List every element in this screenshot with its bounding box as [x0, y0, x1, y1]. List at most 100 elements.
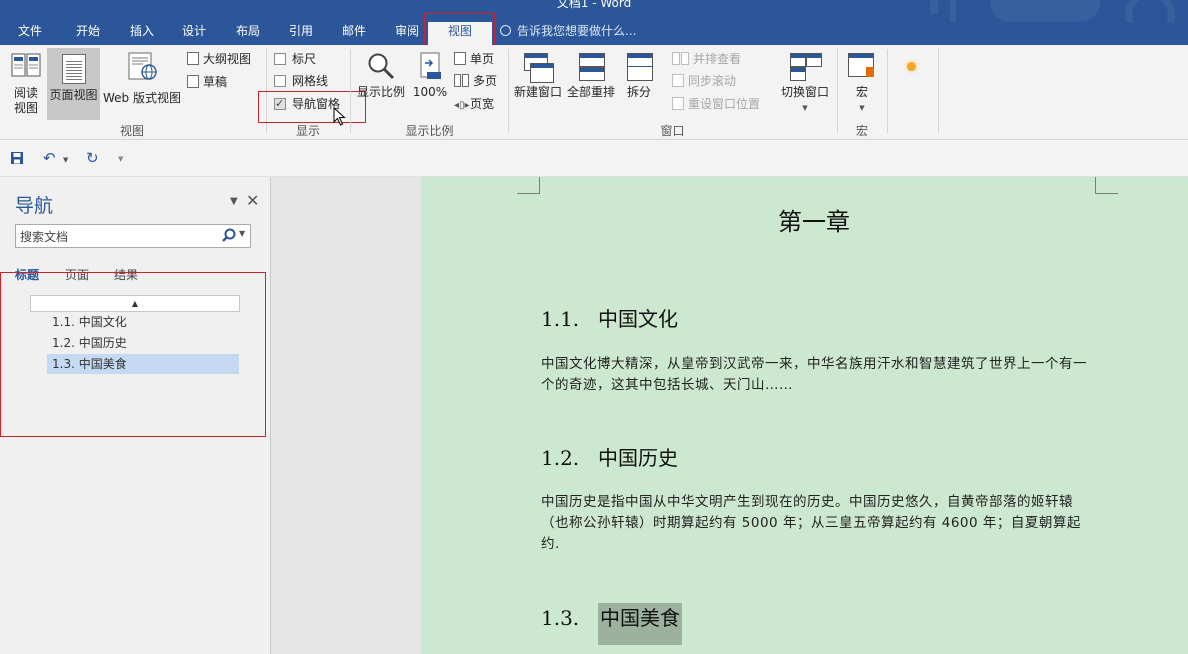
reset-position-icon	[672, 97, 684, 110]
one-page-button[interactable]: 单页	[454, 50, 494, 68]
ribbon: 阅读 视图 页面视图 Web 版式视图 大纲视图 草稿 视图 标尺 网格线 导航…	[0, 45, 1188, 140]
group-label-zoom: 显示比例	[405, 124, 454, 138]
multiple-pages-icon	[454, 74, 461, 87]
zoom-100-button[interactable]: 100%	[410, 51, 450, 121]
macros-label: 宏	[855, 85, 868, 99]
tab-layout[interactable]: 布局	[226, 22, 270, 45]
side-by-side-icon	[672, 52, 680, 65]
zoom-label: 显示比例	[356, 85, 405, 99]
group-label-macros: 宏	[855, 124, 868, 138]
sync-scroll-button[interactable]: 同步滚动	[672, 72, 736, 90]
group-separator	[837, 49, 838, 133]
gridlines-label: 网格线	[292, 74, 329, 88]
arrange-all-button[interactable]: 全部重排	[565, 51, 617, 121]
tab-home[interactable]: 开始	[66, 22, 110, 45]
section-title: 中国历史	[598, 446, 678, 470]
section-number: 1.1.	[541, 307, 580, 331]
section-heading: 1.3. 中国美食	[541, 602, 682, 645]
switch-windows-icon	[777, 51, 833, 85]
section-title: 中国文化	[598, 307, 678, 331]
group-separator	[938, 49, 939, 133]
side-by-side-button[interactable]: 并排查看	[672, 50, 741, 68]
macros-button[interactable]: 宏 ▼	[842, 51, 882, 121]
section-title-selected: 中国美食	[598, 603, 682, 645]
outline-button[interactable]: 大纲视图	[187, 50, 251, 68]
side-by-side-icon-2	[681, 52, 689, 65]
tell-me-box[interactable]: 告诉我您想要做什么...	[500, 22, 636, 42]
undo-dropdown-icon[interactable]: ▼	[63, 152, 68, 168]
save-icon[interactable]	[10, 151, 24, 165]
document-page[interactable]: 第一章 1.1. 中国文化 中国文化博大精深，从皇帝到汉武帝一来，中华名族用汗水和…	[421, 177, 1188, 654]
switch-windows-button[interactable]: 切换窗口 ▼	[777, 51, 833, 121]
draft-label: 草稿	[203, 75, 228, 89]
group-label-views: 视图	[119, 124, 144, 138]
outline-icon	[187, 52, 199, 65]
ruler-checkbox[interactable]: 标尺	[274, 50, 316, 68]
read-mode-icon	[11, 53, 41, 77]
tell-me-text: 告诉我您想要做什么...	[517, 24, 637, 38]
read-mode-label: 阅读 视图	[13, 86, 38, 115]
tab-review[interactable]: 审阅	[385, 22, 429, 45]
print-layout-icon	[62, 54, 86, 84]
search-icon[interactable]	[220, 227, 238, 245]
section-number: 1.2.	[541, 446, 580, 470]
web-layout-icon	[128, 52, 157, 80]
split-button[interactable]: 拆分	[618, 51, 660, 121]
web-layout-button[interactable]: Web 版式视图	[101, 51, 183, 121]
title-decoration	[930, 0, 1188, 22]
customize-qat-icon[interactable]: ▼	[118, 151, 123, 167]
draft-button[interactable]: 草稿	[187, 73, 227, 91]
split-label: 拆分	[626, 85, 651, 99]
section-heading: 1.2. 中国历史	[541, 442, 678, 471]
page-width-icon: ◂▯▸	[454, 100, 470, 111]
group-label-show: 显示	[295, 124, 320, 138]
page-width-button[interactable]: ◂▯▸页宽	[454, 95, 494, 113]
tab-design[interactable]: 设计	[172, 22, 216, 45]
web-layout-label: Web 版式视图	[103, 91, 181, 105]
ruler-check-icon	[274, 53, 286, 65]
multiple-pages-label: 多页	[473, 74, 498, 88]
multiple-pages-icon-2	[462, 74, 469, 87]
draft-icon	[187, 75, 199, 88]
new-window-button[interactable]: 新建窗口	[512, 51, 564, 121]
nav-search-box[interactable]: ▼	[15, 224, 251, 248]
gridlines-check-icon	[274, 75, 286, 87]
macros-icon	[842, 51, 882, 85]
nav-options-dropdown-icon[interactable]: ▼	[230, 196, 238, 207]
ruler-label: 标尺	[292, 52, 317, 66]
nav-pane-title: 导航	[15, 195, 54, 217]
search-dropdown-icon[interactable]: ▼	[239, 229, 245, 238]
search-input[interactable]	[18, 227, 217, 246]
navigation-pane: 导航 ▼ ✕ ▼ 标题 页面 结果 ▲ 1.1. 中国文化 1.2. 中国历史 …	[0, 177, 271, 654]
sync-scroll-label: 同步滚动	[688, 74, 737, 88]
tab-references[interactable]: 引用	[279, 22, 323, 45]
section-number: 1.3.	[541, 606, 580, 630]
read-mode-button[interactable]: 阅读 视图	[6, 51, 46, 121]
tab-mailings[interactable]: 邮件	[332, 22, 376, 45]
headings-annotation	[0, 272, 266, 437]
section-paragraph: 中国历史是指中国从中华文明产生到现在的历史。中国历史悠久，自黄帝部落的姬轩辕（也…	[541, 494, 1081, 552]
zoom-100-icon	[420, 52, 441, 79]
undo-icon[interactable]: ↶	[43, 150, 56, 166]
group-label-window: 窗口	[660, 124, 685, 138]
redo-icon[interactable]: ↻	[86, 150, 99, 166]
one-page-label: 单页	[470, 52, 495, 66]
tab-file[interactable]: 文件	[8, 22, 52, 45]
sync-scroll-icon	[672, 74, 684, 87]
zoom-button[interactable]: 显示比例	[355, 51, 407, 121]
multiple-pages-button[interactable]: 多页	[454, 72, 497, 90]
reset-window-position-button[interactable]: 重设窗口位置	[672, 95, 760, 113]
close-icon[interactable]: ✕	[246, 191, 259, 210]
tab-insert[interactable]: 插入	[120, 22, 164, 45]
one-page-icon	[454, 52, 466, 65]
print-layout-button[interactable]: 页面视图	[47, 48, 100, 120]
gridlines-checkbox[interactable]: 网格线	[274, 72, 328, 90]
arrange-all-label: 全部重排	[566, 85, 615, 99]
sparkle-icon	[907, 62, 916, 71]
group-separator	[350, 49, 351, 133]
zoom-100-label: 100%	[412, 85, 448, 99]
view-tab-annotation	[424, 13, 495, 46]
quick-access-toolbar: ↶ ▼ ↻ ▼	[0, 140, 1188, 177]
new-window-icon	[512, 51, 564, 85]
section-paragraph: 中国文化博大精深，从皇帝到汉武帝一来，中华名族用汗水和智慧建筑了世界上一个有一个…	[541, 356, 1087, 393]
